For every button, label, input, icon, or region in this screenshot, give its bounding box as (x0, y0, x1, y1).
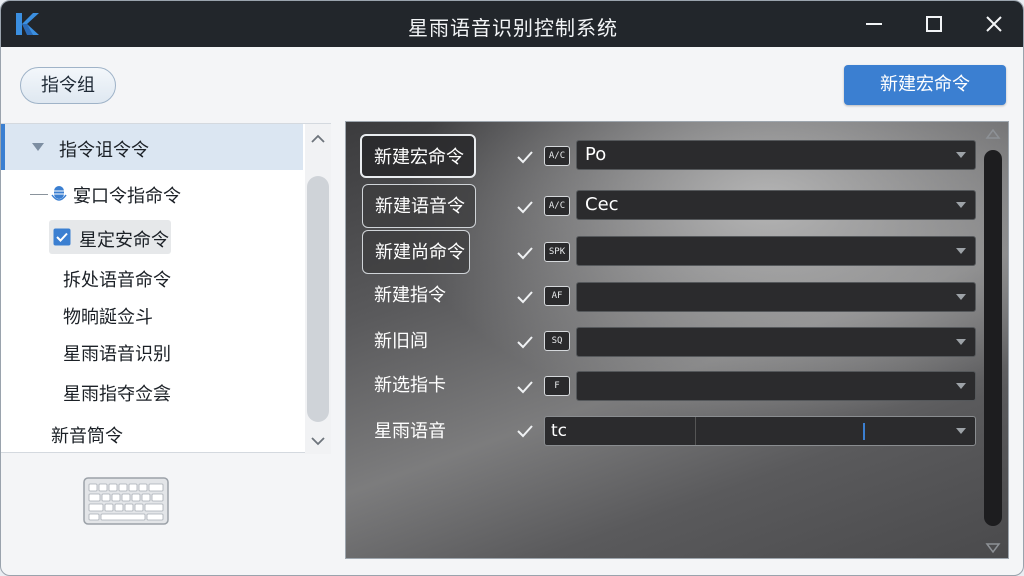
maximize-button[interactable] (919, 9, 949, 39)
command-action-select[interactable] (576, 371, 976, 401)
command-type-icon: F (544, 376, 570, 396)
chevron-down-icon (956, 152, 966, 158)
tree-item[interactable]: 物晌誕佥斗 (63, 303, 153, 329)
command-type-icon: SQ (544, 331, 570, 351)
command-type-icon: AF (544, 286, 570, 306)
tree-root-item[interactable]: 指令诅令令 (1, 124, 303, 170)
microphone-icon (51, 186, 67, 201)
text-cursor (863, 423, 865, 440)
new-macro-button[interactable]: 新建宏命令 (844, 65, 1006, 105)
maximize-icon (926, 16, 942, 32)
close-icon (986, 16, 1002, 32)
title-bar: 星雨语音识别控制系统 (1, 1, 1023, 47)
check-icon[interactable] (516, 424, 534, 438)
tree-item[interactable]: 星雨语音识别 (63, 340, 171, 366)
command-label-button[interactable]: 新建宏命令 (360, 134, 476, 178)
check-icon[interactable] (516, 335, 534, 349)
command-group-button[interactable]: 指令组 (20, 67, 116, 104)
keyboard-icon[interactable] (83, 477, 169, 525)
close-button[interactable] (979, 9, 1009, 39)
check-icon[interactable] (516, 290, 534, 304)
command-label[interactable]: 星雨语音 (362, 410, 502, 454)
tree-item[interactable]: 拆处语音命令 (63, 266, 171, 292)
chevron-down-icon (956, 294, 966, 300)
command-action-select[interactable] (576, 236, 976, 266)
chevron-down-icon (956, 383, 966, 389)
command-action-select[interactable]: Cec (576, 190, 976, 220)
tree-scrollbar-thumb[interactable] (307, 176, 329, 422)
command-label[interactable]: 新建指令 (362, 274, 502, 318)
tree-item-checked-label: 星定安命令 (79, 230, 169, 251)
command-label-button[interactable]: 新建语音令 (362, 184, 476, 228)
minimize-icon (866, 23, 882, 25)
tree-item[interactable]: 星雨指夺佥侌 (63, 380, 171, 406)
chevron-down-icon (956, 202, 966, 208)
command-label[interactable]: 新旧闾 (362, 320, 502, 364)
command-tree-panel: 指令诅令令 宴口令指命令 星定安命令 拆处语音命令 物晌誕佥斗 星雨语音识别 星… (1, 123, 331, 454)
tree-root-label: 指令诅令令 (59, 140, 149, 161)
input-divider (695, 417, 696, 445)
scroll-down-icon[interactable] (307, 430, 329, 452)
command-label[interactable]: 新选指卡 (362, 364, 502, 408)
check-icon[interactable] (516, 246, 534, 260)
tree-item-bottom[interactable]: 新音筒令 (51, 422, 123, 448)
caret-down-icon (32, 143, 44, 151)
minimize-button[interactable] (859, 9, 889, 39)
tree-connector-line (30, 194, 48, 195)
command-action-select[interactable] (576, 327, 976, 357)
chevron-down-icon (956, 248, 966, 254)
tree-item-group[interactable]: 宴口令指命令 (73, 182, 181, 208)
scroll-down-icon[interactable] (984, 540, 1002, 556)
command-text-input[interactable]: tc (544, 416, 976, 446)
check-icon[interactable] (516, 380, 534, 394)
command-label-button[interactable]: 新建尚命令 (362, 230, 470, 274)
app-window: 星雨语音识别控制系统 指令组 新建宏命令 指令诅令令 宴口令指命令 星定安命令 … (0, 0, 1024, 576)
command-action-value: Po (585, 144, 607, 165)
command-input-value: tc (551, 421, 568, 441)
tree-item-checked[interactable]: 星定安命令 (49, 220, 171, 254)
command-type-icon: SPK (544, 242, 570, 262)
command-action-select[interactable] (576, 282, 976, 312)
checkbox-checked-icon[interactable] (53, 228, 71, 246)
command-type-icon: A/C (544, 146, 570, 166)
command-editor-panel: 新建宏命令 A/C Po 新建语音令 A/C Cec 新建尚命令 SPK 新建指… (345, 121, 1009, 559)
scroll-up-icon[interactable] (984, 126, 1002, 142)
scroll-up-icon[interactable] (307, 128, 329, 150)
command-action-select[interactable]: Po (576, 140, 976, 170)
command-action-value: Cec (585, 194, 619, 215)
command-scrollbar-track[interactable] (984, 150, 1002, 526)
check-icon[interactable] (516, 150, 534, 164)
command-type-icon: A/C (544, 196, 570, 216)
check-icon[interactable] (516, 200, 534, 214)
chevron-down-icon (956, 339, 966, 345)
chevron-down-icon[interactable] (955, 427, 967, 435)
